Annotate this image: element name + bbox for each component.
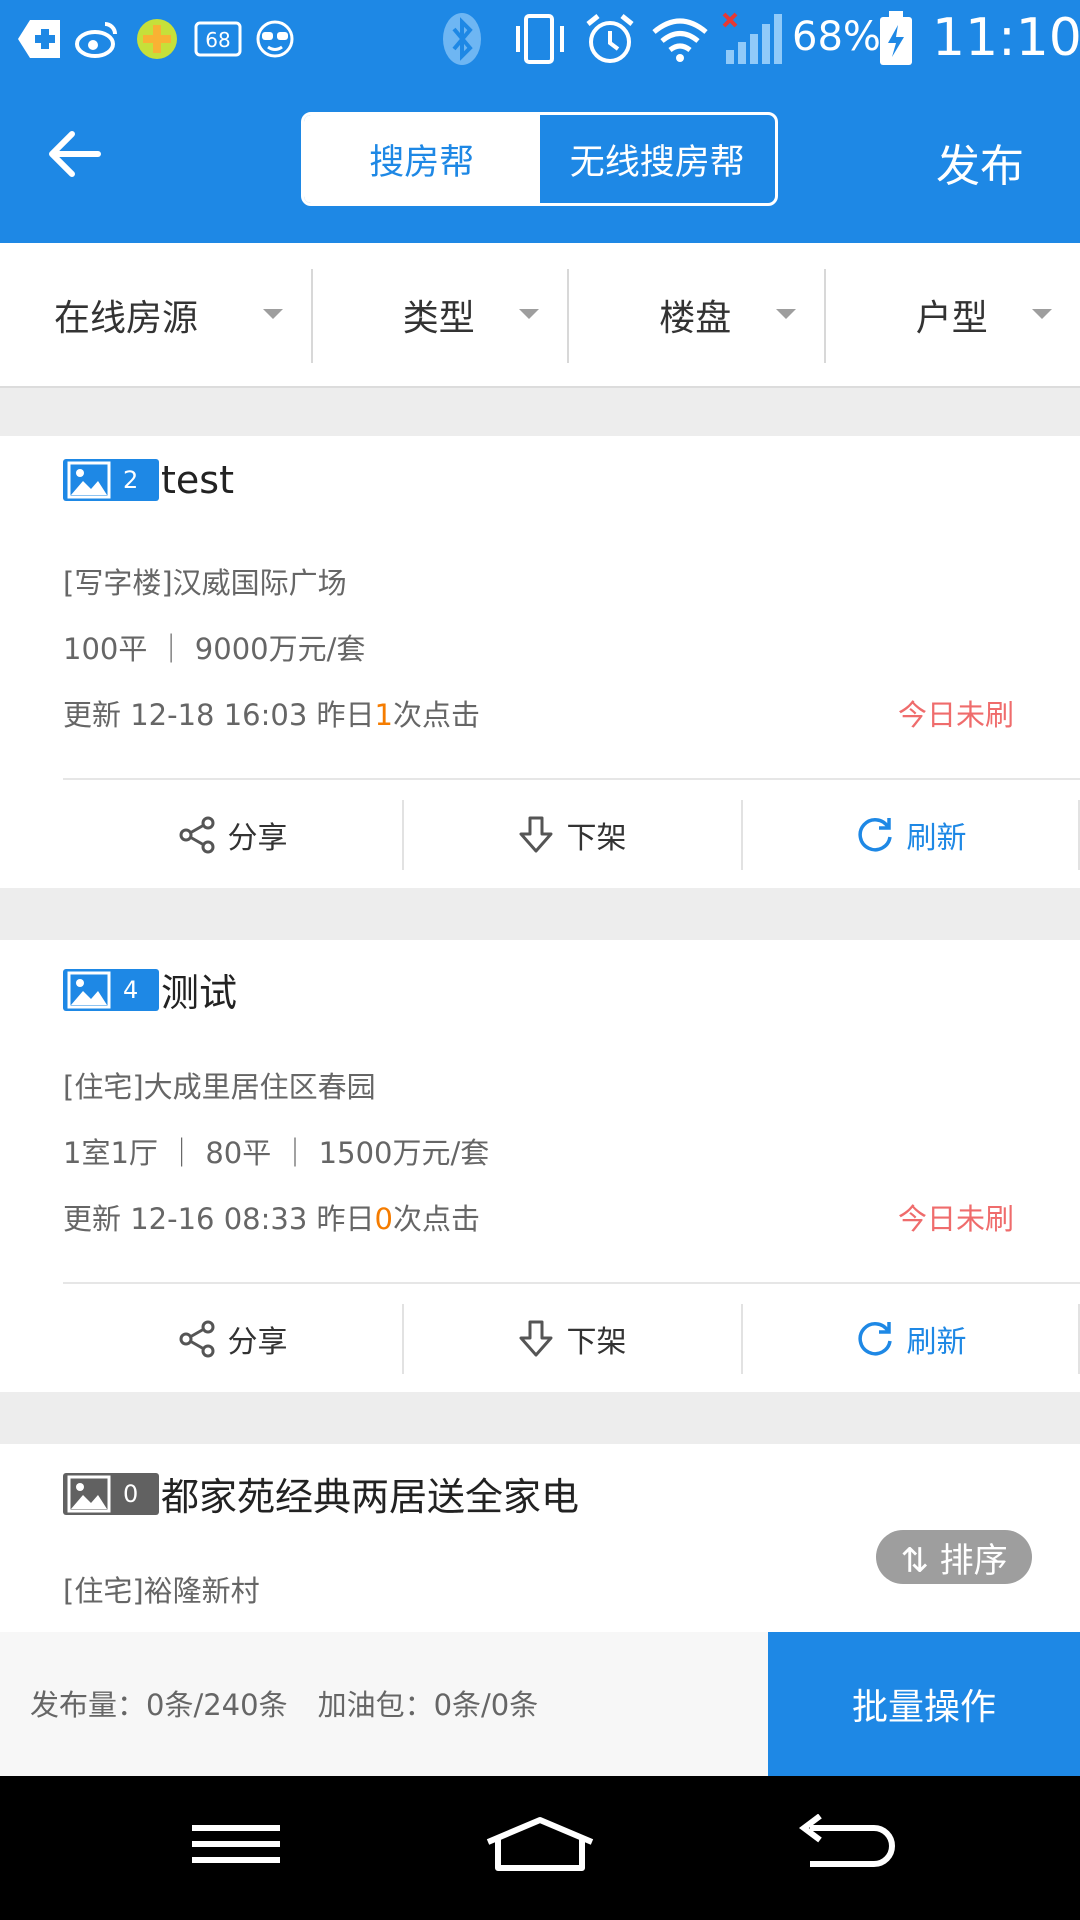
filter-layout[interactable]: 户型 <box>823 243 1080 386</box>
update-time: 更新 12-18 16:03 昨日 <box>63 698 375 732</box>
filter-estate[interactable]: 楼盘 <box>567 243 824 386</box>
refresh-button[interactable]: 刷新 <box>741 796 1080 874</box>
battery-charging-icon <box>878 11 914 66</box>
battery-percent: 68% <box>792 14 881 60</box>
listing-title: 都家苑经典两居送全家电 <box>161 1475 580 1519</box>
image-icon <box>67 461 111 499</box>
unlist-label: 下架 <box>566 821 627 856</box>
glasses-face-icon <box>252 12 298 66</box>
menu-icon[interactable] <box>188 1814 284 1878</box>
photo-count: 2 <box>123 466 139 494</box>
signal-no-sim-icon <box>722 12 784 66</box>
plus-coin-icon <box>134 12 180 66</box>
listing-specs: 100平 ｜ 9000万元/套 <box>63 632 366 666</box>
bluetooth-icon <box>440 12 484 66</box>
click-suffix: 次点击 <box>392 1202 480 1236</box>
unlist-button[interactable]: 下架 <box>402 796 741 874</box>
listing-category-location: [写字楼]汉威国际广场 <box>63 566 347 600</box>
click-count: 1 <box>374 698 393 732</box>
listing-header: 2 test <box>63 458 234 502</box>
share-label: 分享 <box>227 1325 288 1360</box>
listing-category-location: [住宅]裕隆新村 <box>63 1574 260 1608</box>
click-count: 0 <box>374 1202 393 1236</box>
listing-header: 4 测试 <box>63 962 237 1017</box>
filter-label: 楼盘 <box>659 297 732 339</box>
status-bar: 68 68% 11:10 <box>0 0 1080 78</box>
photo-count: 0 <box>123 1479 139 1508</box>
photo-count-badge: 4 <box>63 968 159 1011</box>
listing-update-info: 更新 12-18 16:03 昨日1次点击 <box>63 692 480 734</box>
share-icon <box>179 816 214 854</box>
svg-text:68: 68 <box>205 28 230 52</box>
unlist-button[interactable]: 下架 <box>402 1300 741 1378</box>
refresh-status: 今日未刷 <box>897 698 1014 732</box>
filter-label: 在线房源 <box>54 297 199 339</box>
photo-count: 4 <box>123 975 139 1004</box>
refresh-status: 今日未刷 <box>897 1202 1014 1236</box>
arrow-down-icon <box>519 816 552 853</box>
counter-badge-icon: 68 <box>194 12 242 66</box>
tab-wireless-soufangbang[interactable]: 无线搜房帮 <box>540 115 776 203</box>
listing-actions: 分享 下架 刷新 <box>63 796 1080 874</box>
listing-specs: 1室1厅 ｜ 80平 ｜ 1500万元/套 <box>63 1136 490 1170</box>
share-button[interactable]: 分享 <box>63 1300 402 1378</box>
filter-online-listings[interactable]: 在线房源 <box>0 243 311 386</box>
listing-actions: 分享 下架 刷新 <box>63 1300 1080 1378</box>
dropdown-caret-icon <box>519 309 539 319</box>
weibo-icon <box>74 12 120 66</box>
back-button[interactable] <box>44 128 114 190</box>
listing-category-location: [住宅]大成里居住区春园 <box>63 1070 376 1104</box>
quota-footer: 发布量：0条/240条 加油包：0条/0条 批量操作 <box>0 1632 1080 1776</box>
refresh-button[interactable]: 刷新 <box>741 1300 1080 1378</box>
photo-count-badge: 2 <box>63 459 159 501</box>
image-icon <box>67 971 111 1008</box>
listing-header: 0 都家苑经典两居送全家电 <box>63 1466 579 1521</box>
back-nav-icon[interactable] <box>790 1813 898 1878</box>
listing-card[interactable]: 4 测试 [住宅]大成里居住区春园 1室1厅 ｜ 80平 ｜ 1500万元/套 … <box>0 940 1080 1392</box>
tab-soufangbang[interactable]: 搜房帮 <box>304 115 540 203</box>
refresh-label: 刷新 <box>906 1325 967 1360</box>
app-header: 68 68% 11:10 搜房帮 无线搜房帮 发布 <box>0 0 1080 243</box>
system-nav-bar <box>0 1776 1080 1920</box>
publish-button[interactable]: 发布 <box>936 130 1024 194</box>
refresh-icon <box>857 818 892 852</box>
listing-title: 测试 <box>161 971 238 1015</box>
divider <box>63 778 1080 780</box>
share-label: 分享 <box>227 821 288 856</box>
arrow-down-icon <box>519 1320 552 1357</box>
health-cross-icon <box>16 12 62 66</box>
unlist-label: 下架 <box>566 1325 627 1360</box>
click-suffix: 次点击 <box>392 698 480 732</box>
publish-quota: 发布量：0条/240条 <box>30 1688 288 1722</box>
update-time: 更新 12-16 08:33 昨日 <box>63 1202 375 1236</box>
boost-pack-quota: 加油包：0条/0条 <box>317 1688 539 1722</box>
share-button[interactable]: 分享 <box>63 796 402 874</box>
dropdown-caret-icon <box>262 309 283 319</box>
refresh-label: 刷新 <box>906 821 967 856</box>
wifi-icon <box>650 12 710 66</box>
share-icon <box>179 1320 214 1358</box>
listing-title: test <box>161 458 234 502</box>
alarm-icon <box>582 12 638 66</box>
filter-bar: 在线房源 类型 楼盘 户型 <box>0 243 1080 388</box>
filter-label: 户型 <box>915 297 988 339</box>
dropdown-caret-icon <box>775 309 796 319</box>
quota-info: 发布量：0条/240条 加油包：0条/0条 <box>30 1682 538 1724</box>
source-segmented-control: 搜房帮 无线搜房帮 <box>301 112 778 206</box>
filter-label: 类型 <box>402 297 475 339</box>
status-clock: 11:10 <box>932 8 1080 68</box>
vibrate-icon <box>510 12 570 66</box>
batch-operation-button[interactable]: 批量操作 <box>768 1632 1080 1776</box>
listing-update-info: 更新 12-16 08:33 昨日0次点击 <box>63 1196 480 1238</box>
arrow-left-icon <box>49 131 101 177</box>
dropdown-caret-icon <box>1032 309 1052 319</box>
photo-count-badge: 0 <box>63 1472 159 1515</box>
home-icon[interactable] <box>482 1814 598 1878</box>
divider <box>63 1282 1080 1284</box>
sort-button[interactable]: ⇅ 排序 <box>876 1530 1032 1584</box>
image-icon <box>67 1475 111 1512</box>
filter-type[interactable]: 类型 <box>310 243 568 386</box>
refresh-icon <box>857 1322 892 1356</box>
listing-card[interactable]: 2 test [写字楼]汉威国际广场 100平 ｜ 9000万元/套 更新 12… <box>0 436 1080 888</box>
